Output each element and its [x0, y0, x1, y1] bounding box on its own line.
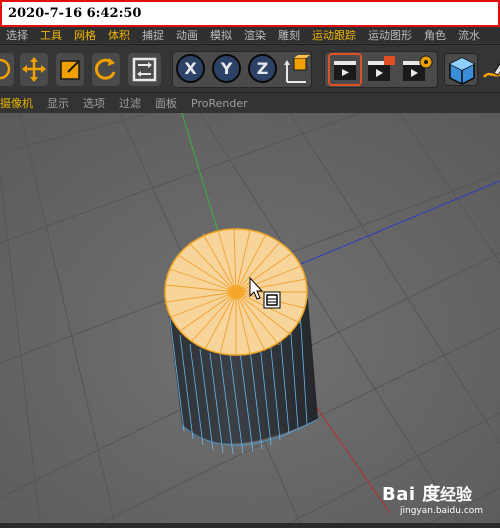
viewport-menu-item-0[interactable]: 摄像机 — [0, 95, 40, 111]
menu-item-8[interactable]: 雕刻 — [272, 27, 306, 43]
main-toolbar: X Y Z — [0, 44, 500, 93]
cube-icon — [449, 57, 475, 85]
viewport-menu-item-5[interactable]: ProRender — [184, 97, 255, 110]
viewport-menu-bar: 摄像机 显示 选项 过滤 面板 ProRender — [0, 92, 500, 114]
coordinate-system-button[interactable] — [282, 53, 310, 86]
cylinder-object[interactable] — [164, 228, 319, 455]
viewport-menu-item-3[interactable]: 过滤 — [112, 95, 148, 111]
menu-item-10[interactable]: 运动图形 — [362, 27, 418, 43]
live-select-button[interactable] — [0, 53, 14, 86]
pen-icon — [483, 63, 500, 78]
menu-item-12[interactable]: 流水 — [452, 27, 486, 43]
menu-item-6[interactable]: 模拟 — [204, 27, 238, 43]
move-icon — [22, 57, 46, 82]
viewport-menu-item-4[interactable]: 面板 — [148, 95, 184, 111]
menu-item-0[interactable]: 选择 — [0, 27, 34, 43]
render-picture-viewer-icon — [368, 56, 395, 81]
viewport-canvas[interactable] — [0, 112, 500, 524]
axis-y-button[interactable]: Y — [212, 54, 241, 83]
menu-item-3[interactable]: 体积 — [102, 27, 136, 43]
recent-tools-icon — [132, 57, 157, 82]
render-settings-button[interactable] — [400, 53, 434, 86]
scale-icon — [60, 60, 80, 80]
menu-item-1[interactable]: 工具 — [34, 27, 68, 43]
recent-tools-button[interactable] — [128, 53, 161, 86]
menu-item-4[interactable]: 捕捉 — [136, 27, 170, 43]
baidu-jingyan-watermark: Bai 度 经验 jingyan.baidu.com — [380, 478, 492, 522]
scale-tool-button[interactable] — [56, 53, 84, 86]
main-menu-bar: 选择 工具 网格 体积 捕捉 动画 模拟 渲染 雕刻 运动跟踪 运动图形 角色 流水 — [0, 27, 500, 43]
watermark-url: jingyan.baidu.com — [400, 506, 484, 516]
coordinate-system-icon — [284, 55, 310, 83]
bottom-edge — [0, 523, 500, 528]
viewport-menu-item-2[interactable]: 选项 — [76, 95, 112, 111]
axis-x-button[interactable]: X — [176, 54, 205, 83]
menu-item-7[interactable]: 渲染 — [238, 27, 272, 43]
render-picture-viewer-button[interactable] — [364, 53, 398, 86]
cursor-tool-badge-icon — [263, 291, 281, 309]
cap-center-highlight — [227, 285, 245, 299]
pen-tool-button[interactable] — [482, 53, 500, 86]
timestamp-overlay: 2020-7-16 6:42:50 — [0, 0, 500, 27]
menu-item-11[interactable]: 角色 — [418, 27, 452, 43]
move-tool-button[interactable] — [20, 53, 48, 86]
rotate-tool-button[interactable] — [92, 53, 120, 86]
watermark-cn: 经验 — [440, 485, 473, 504]
rotate-icon — [94, 58, 116, 80]
menu-item-2[interactable]: 网格 — [68, 27, 102, 43]
viewport-menu-item-1[interactable]: 显示 — [40, 95, 76, 111]
3d-viewport[interactable] — [0, 112, 500, 524]
live-select-icon — [0, 58, 11, 80]
render-settings-icon — [403, 55, 433, 81]
menu-item-5[interactable]: 动画 — [170, 27, 204, 43]
render-view-icon — [334, 61, 356, 80]
axis-z-button[interactable]: Z — [248, 54, 277, 83]
menu-item-9[interactable]: 运动跟踪 — [306, 27, 362, 43]
watermark-brand: Bai 度 — [382, 484, 441, 505]
cube-primitive-button[interactable] — [444, 53, 478, 86]
render-view-button[interactable] — [328, 53, 362, 86]
